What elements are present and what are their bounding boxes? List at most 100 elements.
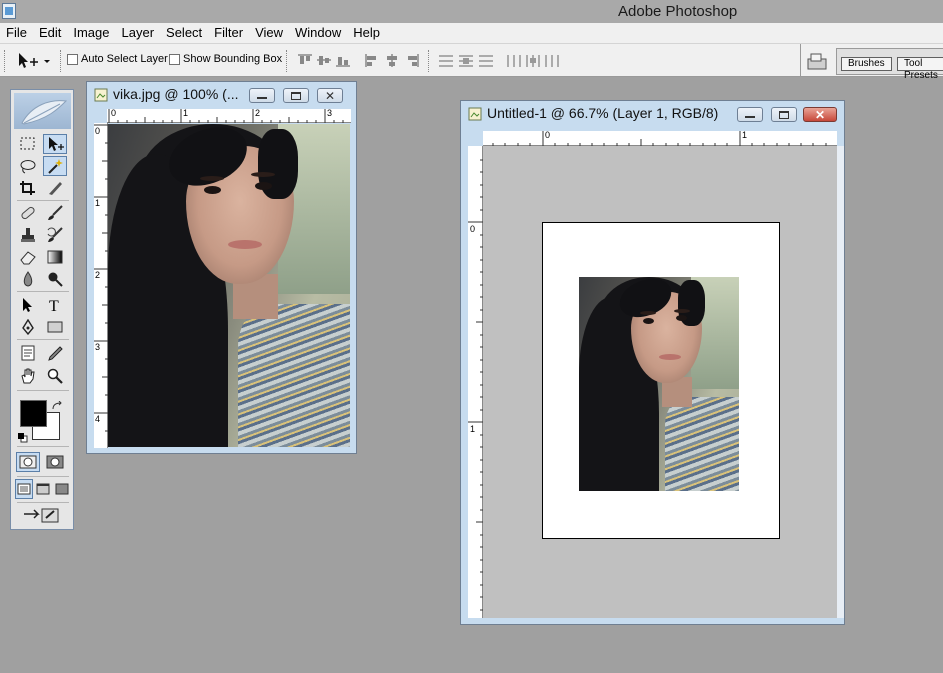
distribute-left-edges-icon[interactable] [506, 54, 522, 67]
document-title-bar[interactable]: Untitled-1 @ 66.7% (Layer 1, RGB/8) ✕ [461, 101, 844, 127]
photo-eye [204, 186, 221, 194]
maximize-button[interactable] [771, 107, 797, 122]
photo-eye [676, 315, 687, 321]
toolbox: T [10, 89, 74, 530]
close-button[interactable]: ✕ [317, 88, 343, 103]
distribute-bottom-edges-icon[interactable] [478, 54, 494, 67]
full-screen-mode-icon[interactable] [53, 479, 71, 499]
close-icon: ✕ [814, 107, 826, 122]
eyedropper-tool-icon[interactable] [43, 343, 67, 363]
align-left-edges-icon[interactable] [364, 54, 380, 67]
brushes-tab[interactable]: Brushes [841, 57, 892, 71]
distribute-top-edges-icon[interactable] [438, 54, 454, 67]
brush-tool-icon[interactable] [43, 203, 67, 223]
menu-bar: File Edit Image Layer Select Filter View… [0, 23, 943, 43]
show-bounding-box-checkbox[interactable] [169, 54, 180, 65]
document-window-vika: vika.jpg @ 100% (... ✕ 0 1 2 3 0 1 2 3 4 [86, 81, 357, 454]
separator [428, 50, 431, 72]
close-button[interactable]: ✕ [803, 107, 837, 122]
photo-layer-1[interactable] [579, 277, 739, 491]
ruler-ticks [94, 124, 108, 432]
move-tool-icon[interactable] [43, 134, 67, 154]
photo-canvas-vika[interactable] [108, 124, 350, 447]
type-tool-icon[interactable]: T [43, 295, 67, 315]
align-top-edges-icon[interactable] [297, 54, 313, 67]
app-title: Adobe Photoshop [618, 3, 738, 20]
magic-wand-tool-icon[interactable] [43, 156, 67, 176]
menu-window[interactable]: Window [289, 23, 347, 43]
distribute-horizontal-centers-icon[interactable] [525, 54, 541, 67]
separator [286, 50, 289, 72]
align-horizontal-centers-icon[interactable] [384, 54, 400, 67]
menu-image[interactable]: Image [67, 23, 115, 43]
photo-eye [255, 182, 272, 190]
pen-tool-icon[interactable] [16, 317, 40, 337]
blur-tool-icon[interactable] [16, 269, 40, 289]
healing-brush-tool-icon[interactable] [16, 203, 40, 223]
align-right-edges-icon[interactable] [404, 54, 420, 67]
distribute-right-edges-icon[interactable] [544, 54, 560, 67]
photo-shirt [238, 304, 350, 447]
menu-layer[interactable]: Layer [116, 23, 161, 43]
menu-help[interactable]: Help [347, 23, 386, 43]
crop-tool-icon[interactable] [16, 178, 40, 198]
hand-tool-icon[interactable] [16, 366, 40, 386]
quick-mask-mode-icon[interactable] [43, 452, 67, 472]
jump-to-imageready-icon[interactable] [19, 505, 65, 525]
distribute-vertical-centers-icon[interactable] [458, 54, 474, 67]
ruler-ticks [492, 131, 827, 146]
vertical-scrollbar[interactable] [837, 146, 844, 618]
menu-view[interactable]: View [249, 23, 289, 43]
feather-logo-icon [21, 100, 68, 125]
palette-well: Brushes Tool Presets [836, 48, 943, 81]
eraser-tool-icon[interactable] [16, 247, 40, 267]
vertical-ruler: 0 1 [468, 146, 483, 618]
photoshop-app-icon[interactable] [2, 3, 16, 19]
swap-colors-icon[interactable] [51, 398, 63, 410]
separator [17, 291, 69, 292]
options-bar-grip[interactable] [4, 50, 7, 72]
align-bottom-edges-icon[interactable] [335, 54, 351, 67]
document-icon [94, 88, 108, 102]
marquee-tool-icon[interactable] [16, 134, 40, 154]
document-title: Untitled-1 @ 66.7% (Layer 1, RGB/8) [487, 105, 719, 121]
photo-brow [674, 309, 690, 313]
menu-edit[interactable]: Edit [33, 23, 67, 43]
document-title-bar[interactable]: vika.jpg @ 100% (... ✕ [87, 82, 356, 108]
minimize-button[interactable] [249, 88, 275, 103]
menu-filter[interactable]: Filter [208, 23, 249, 43]
shape-tool-icon[interactable] [43, 317, 67, 337]
menu-file[interactable]: File [0, 23, 33, 43]
zoom-tool-icon[interactable] [43, 366, 67, 386]
toolbox-header[interactable] [14, 93, 71, 129]
document-title: vika.jpg @ 100% (... [113, 86, 239, 102]
tool-presets-tab[interactable]: Tool Presets [897, 57, 943, 81]
standard-mode-icon[interactable] [16, 452, 40, 472]
lasso-tool-icon[interactable] [16, 156, 40, 176]
separator [17, 339, 69, 340]
canvas-area[interactable] [483, 146, 837, 618]
menu-select[interactable]: Select [160, 23, 208, 43]
minimize-button[interactable] [737, 107, 763, 122]
align-vertical-centers-icon[interactable] [316, 54, 332, 67]
file-browser-icon[interactable] [806, 51, 828, 71]
history-brush-tool-icon[interactable] [43, 225, 67, 245]
tool-preset-picker[interactable] [14, 51, 54, 71]
photo-lips [659, 354, 681, 360]
dodge-tool-icon[interactable] [43, 269, 67, 289]
foreground-color-swatch[interactable] [20, 400, 47, 427]
default-colors-icon[interactable] [18, 430, 28, 443]
separator [800, 44, 801, 77]
maximize-button[interactable] [283, 88, 309, 103]
clone-stamp-tool-icon[interactable] [16, 225, 40, 245]
chevron-down-icon [44, 60, 50, 63]
full-screen-menu-mode-icon[interactable] [34, 479, 52, 499]
standard-screen-mode-icon[interactable] [15, 479, 33, 499]
notes-tool-icon[interactable] [16, 343, 40, 363]
separator [17, 502, 69, 503]
slice-tool-icon[interactable] [43, 178, 67, 198]
auto-select-layer-checkbox[interactable] [67, 54, 78, 65]
path-selection-tool-icon[interactable] [16, 295, 40, 315]
gradient-tool-icon[interactable] [43, 247, 67, 267]
ruler-ticks [468, 159, 483, 611]
